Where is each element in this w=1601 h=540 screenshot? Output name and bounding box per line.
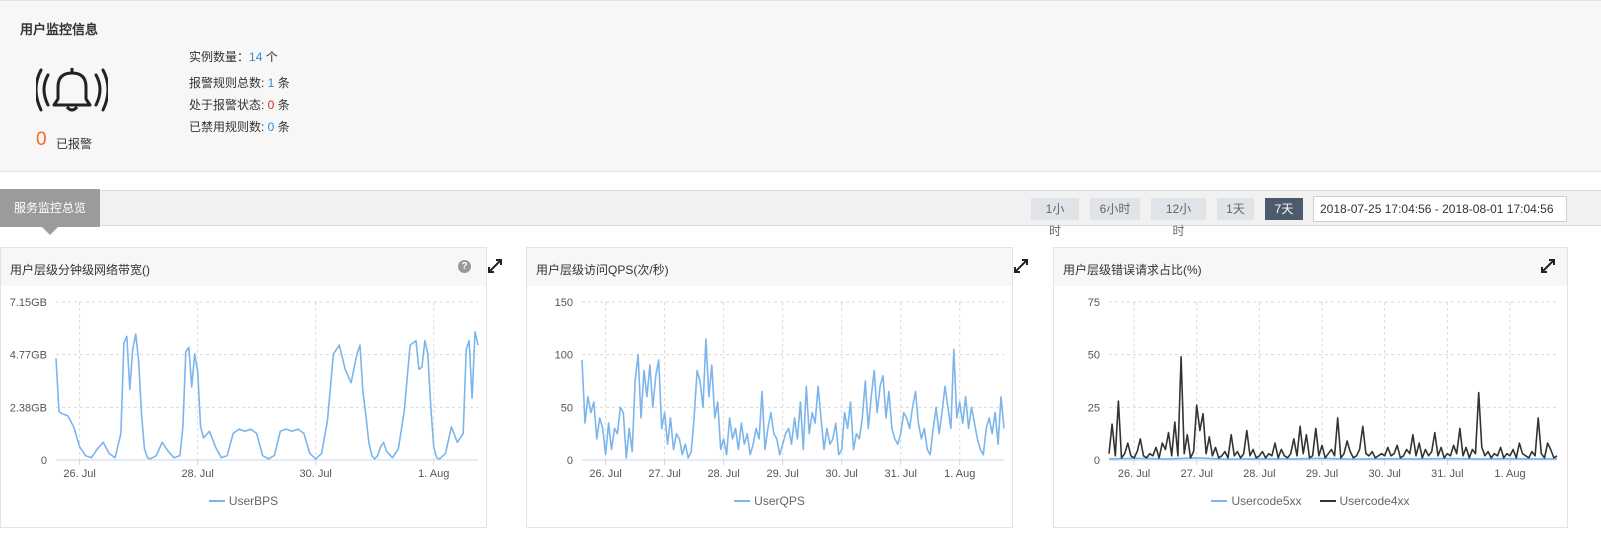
y-tick-label: 50 [561, 402, 573, 414]
user-monitor-panel: 用户监控信息 0 已报警 实例数量：14 个 报警规则总数: 1 条 处于报警状… [0, 0, 1601, 172]
user-monitor-title: 用户监控信息 [20, 22, 99, 37]
range-12h-button[interactable]: 12小时 [1151, 198, 1206, 238]
x-tick-label: 29. Jul [1306, 468, 1338, 480]
x-tick-label: 28. Jul [181, 468, 213, 480]
chart-legend: Usercode5xx Usercode4xx [1054, 494, 1567, 510]
expand-icon[interactable] [1540, 258, 1556, 274]
stat-value[interactable]: 14 [249, 50, 262, 64]
chart-card-error-ratio: 用户层级错误请求占比(%) 0 25 50 75 26. Jul 27. Jul 28. J… [1053, 247, 1568, 528]
bandwidth-chart: 0 2.38GB 4.77GB 7.15GB 26. Jul 28. Jul 30. Jul… [10, 297, 479, 480]
y-tick-label: 75 [1088, 297, 1100, 309]
range-6h-button[interactable]: 6小时 [1090, 198, 1140, 220]
x-tick-label: 29. Jul [766, 468, 798, 480]
y-tick-label: 2.38GB [10, 402, 47, 414]
x-tick-label: 30. Jul [299, 468, 331, 480]
legend-item-userqps[interactable]: UserQPS [734, 494, 805, 508]
x-tick-label: 1. Aug [944, 468, 975, 480]
x-tick-label: 26. Jul [589, 468, 621, 480]
stat-label: 处于报警状态: [189, 98, 268, 112]
chart-card-bandwidth: 用户层级分钟级网络带宽() ? 0 2.38GB 4.77GB 7.15GB 26. J… [0, 247, 502, 528]
x-tick-label: 28. Jul [1243, 468, 1275, 480]
y-tick-label: 100 [555, 350, 573, 362]
x-tick-label: 26. Jul [63, 468, 95, 480]
stats-list: 实例数量：14 个 报警规则总数: 1 条 处于报警状态: 0 条 已禁用规则数… [189, 49, 290, 141]
series-line-usercode5xx [1108, 457, 1558, 460]
y-tick-label: 0 [567, 455, 573, 467]
range-1h-button[interactable]: 1小时 [1031, 198, 1079, 238]
card-title: 用户层级错误请求占比(%) [1063, 263, 1202, 277]
x-tick-label: 31. Jul [885, 468, 917, 480]
y-tick-label: 150 [555, 297, 573, 309]
x-tick-label: 1. Aug [1494, 468, 1525, 480]
date-range-picker[interactable]: 2018-07-25 17:04:56 - 2018-08-01 17:04:5… [1313, 196, 1567, 222]
x-tick-label: 30. Jul [825, 468, 857, 480]
x-tick-label: 28. Jul [707, 468, 739, 480]
legend-swatch [1211, 499, 1228, 502]
stat-alarm-rules: 报警规则总数: 1 条 [189, 75, 290, 97]
legend-swatch [734, 499, 751, 502]
card-header: 用户层级分钟级网络带宽() ? [1, 248, 502, 286]
stat-disabled-rules: 已禁用规则数: 0 条 [189, 119, 290, 141]
chart-legend: UserBPS [1, 494, 486, 510]
legend-label: Usercode4xx [1339, 494, 1410, 508]
stat-unit: 条 [274, 120, 290, 134]
legend-label: Usercode5xx [1231, 494, 1302, 508]
error-ratio-chart: 0 25 50 75 26. Jul 27. Jul 28. Jul 29. Jul 30. J… [1088, 297, 1558, 480]
legend-label: UserQPS [754, 494, 805, 508]
legend-label: UserBPS [228, 494, 279, 508]
legend-item-usercode4xx[interactable]: Usercode4xx [1319, 494, 1410, 508]
x-tick-label: 27. Jul [1181, 468, 1213, 480]
legend-swatch [1319, 499, 1336, 502]
alarm-bell-icon [36, 68, 108, 112]
x-tick-label: 30. Jul [1368, 468, 1400, 480]
x-tick-label: 1. Aug [418, 468, 449, 480]
y-tick-label: 4.77GB [10, 350, 47, 362]
stat-label: 实例数量： [189, 50, 250, 64]
stat-unit: 个 [262, 50, 278, 64]
qps-chart: 0 50 100 150 26. Jul 27. Jul 28. Jul 29. Jul 30.… [555, 297, 1005, 480]
help-icon[interactable]: ? [458, 260, 471, 273]
stat-unit: 条 [274, 76, 290, 90]
stat-label: 已禁用规则数: [189, 120, 268, 134]
y-tick-label: 25 [1088, 402, 1100, 414]
expand-icon[interactable] [487, 258, 503, 274]
card-title: 用户层级分钟级网络带宽() [10, 263, 150, 277]
alarm-count: 0 [36, 129, 47, 150]
range-1d-button[interactable]: 1天 [1217, 198, 1254, 220]
x-tick-label: 27. Jul [648, 468, 680, 480]
stat-label: 报警规则总数: [189, 76, 268, 90]
series-line-userqps [581, 338, 1005, 459]
tab-service-overview[interactable]: 服务监控总览 [0, 189, 100, 235]
card-title: 用户层级访问QPS(次/秒) [536, 263, 669, 277]
y-tick-label: 0 [41, 455, 47, 467]
chart-legend: UserQPS [527, 494, 1012, 510]
stat-unit: 条 [274, 98, 290, 112]
legend-item-usercode5xx[interactable]: Usercode5xx [1211, 494, 1302, 508]
legend-swatch [208, 499, 225, 502]
stat-alarming: 处于报警状态: 0 条 [189, 97, 290, 119]
alarm-label: 已报警 [56, 137, 93, 151]
x-tick-label: 26. Jul [1118, 468, 1150, 480]
range-7d-button[interactable]: 7天 [1265, 198, 1303, 220]
chart-card-qps: 用户层级访问QPS(次/秒) 0 50 100 150 26. Jul 27. Jul 28… [526, 247, 1028, 528]
y-tick-label: 50 [1088, 350, 1100, 362]
series-line-userbps [55, 330, 479, 460]
expand-icon[interactable] [1013, 258, 1029, 274]
y-tick-label: 7.15GB [10, 297, 47, 309]
card-header: 用户层级访问QPS(次/秒) [527, 248, 1028, 286]
x-tick-label: 31. Jul [1431, 468, 1463, 480]
card-header: 用户层级错误请求占比(%) [1054, 248, 1567, 286]
stat-instances: 实例数量：14 个 [189, 49, 290, 71]
legend-item-userbps[interactable]: UserBPS [208, 494, 279, 508]
y-tick-label: 0 [1094, 455, 1100, 467]
